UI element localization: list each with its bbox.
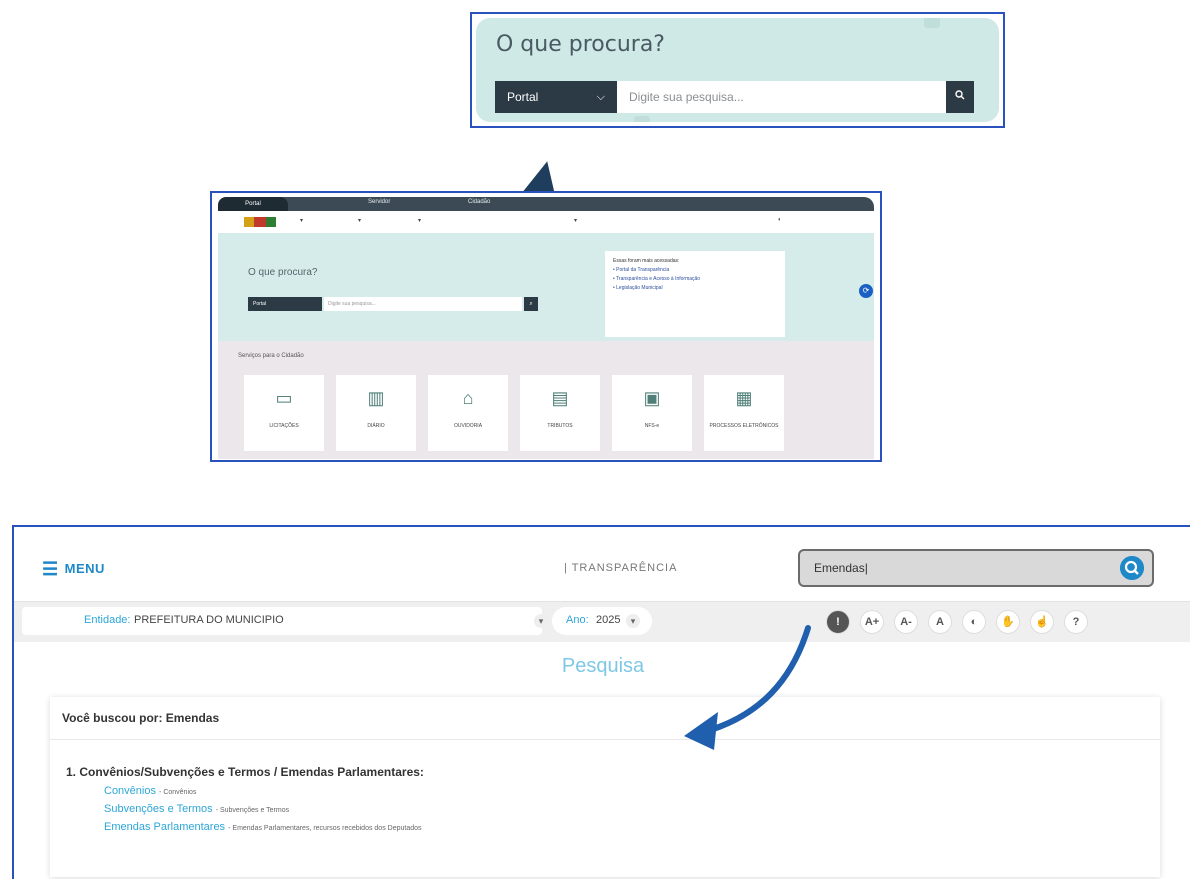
- services-title: Serviços para o Cidadão: [238, 353, 304, 359]
- query-header: Você buscou por: Emendas: [50, 697, 1160, 740]
- search-title: O que procura?: [496, 32, 665, 57]
- book-icon: ▥: [367, 388, 385, 408]
- nav-item[interactable]: ▾: [300, 217, 303, 224]
- page-title: Pesquisa: [561, 655, 645, 677]
- pointer-arrow-icon: [684, 625, 811, 750]
- result-link[interactable]: Convênios: [104, 785, 156, 797]
- filter-bar: Entidade: PREFEITURA DO MUNICIPIO ▾ Ano:…: [14, 601, 1190, 642]
- quick-links-box: Essas foram mais acessadas: • Portal da …: [605, 251, 785, 337]
- help-button[interactable]: ?: [1064, 610, 1088, 634]
- tab-portal[interactable]: Portal: [218, 197, 288, 211]
- year-select[interactable]: Ano: 2025 ▾: [552, 607, 652, 635]
- font-decrease-button[interactable]: A-: [894, 610, 918, 634]
- service-label: NFS-e: [644, 423, 660, 429]
- hero-search: O que procura? Portal Digite sua pesquis…: [218, 233, 874, 341]
- result-desc: - Subvenções e Termos: [215, 807, 290, 814]
- result-desc: - Emendas Parlamentares, recursos recebi…: [228, 825, 422, 832]
- tab-cidadao[interactable]: Cidadão: [468, 199, 490, 205]
- search-field[interactable]: Emendas|: [798, 549, 1154, 587]
- megaphone-icon: ⌂: [462, 388, 474, 408]
- brand-title: | TRANSPARÊNCIA: [564, 562, 678, 574]
- search-icon: [955, 90, 965, 100]
- service-label: DIÁRIO: [367, 423, 385, 429]
- search-button[interactable]: [946, 81, 974, 113]
- chevron-down-icon: ▾: [626, 614, 640, 628]
- quick-link[interactable]: • Transparência e Acesso à Informação: [613, 275, 777, 284]
- main-nav: ▾ ▾ ▾ ▾ ◐: [218, 211, 874, 234]
- header: ☰ MENU | TRANSPARÊNCIA Emendas|: [14, 527, 1190, 601]
- nav-item[interactable]: ▾: [358, 217, 361, 224]
- quick-links-title: Essas foram mais acessadas:: [613, 258, 680, 264]
- chevron-down-icon: ⌵: [596, 91, 605, 103]
- font-reset-button[interactable]: A: [928, 610, 952, 634]
- portal-select-label: Portal: [507, 90, 539, 104]
- entity-value: PREFEITURA DO MUNICIPIO: [134, 614, 284, 626]
- quick-link[interactable]: • Portal da Transparência: [613, 266, 777, 275]
- result-link[interactable]: Emendas Parlamentares: [104, 821, 225, 833]
- decor-bubble: [924, 18, 940, 28]
- nav-item[interactable]: ▾: [418, 217, 421, 224]
- search-hero-zoom: O que procura? Portal ⌵ Digite sua pesqu…: [476, 18, 999, 122]
- search-icon[interactable]: [1120, 556, 1144, 580]
- service-label: LICITAÇÕES: [269, 423, 299, 429]
- service-label: OUVIDORIA: [453, 423, 483, 429]
- service-card[interactable]: ▣ NFS-e: [612, 375, 692, 451]
- hero-title: O que procura?: [248, 267, 318, 278]
- service-card[interactable]: ▥ DIÁRIO: [336, 375, 416, 451]
- entity-select[interactable]: Entidade: PREFEITURA DO MUNICIPIO ▾: [22, 607, 548, 635]
- nav-item[interactable]: ◐: [778, 217, 782, 223]
- result-item[interactable]: Emendas Parlamentares - Emendas Parlamen…: [104, 821, 422, 833]
- entity-label: Entidade:: [84, 614, 131, 626]
- quick-link[interactable]: • Legislação Municipal: [613, 284, 777, 293]
- document-icon: ▤: [551, 388, 569, 408]
- result-item[interactable]: Subvenções e Termos - Subvenções e Termo…: [104, 803, 289, 815]
- result-category: 1. Convênios/Subvenções e Termos / Emend…: [66, 765, 424, 779]
- service-label: PROCESSOS ELETRÔNICOS: [709, 423, 779, 429]
- invoice-icon: ▣: [643, 388, 661, 408]
- portal-select-small[interactable]: Portal: [248, 297, 322, 311]
- computer-icon: ▦: [735, 388, 753, 408]
- menu-button[interactable]: ☰ MENU: [42, 559, 105, 580]
- service-card[interactable]: ▤ TRIBUTOS: [520, 375, 600, 451]
- nav-item[interactable]: ▾: [574, 217, 577, 224]
- decor-bubble: [634, 116, 650, 122]
- tab-servidor[interactable]: Servidor: [368, 199, 390, 205]
- menu-label: MENU: [64, 560, 105, 576]
- sign-language-icon[interactable]: ☝: [1030, 610, 1054, 634]
- service-card[interactable]: ▭ LICITAÇÕES: [244, 375, 324, 451]
- font-increase-button[interactable]: A+: [860, 610, 884, 634]
- site-logo: [244, 217, 276, 227]
- libras-hand-icon[interactable]: ✋: [996, 610, 1020, 634]
- floating-help-button[interactable]: ⟳: [859, 284, 873, 298]
- search-button-small[interactable]: ⌕: [524, 297, 538, 311]
- monitor-icon: ▭: [275, 388, 293, 408]
- service-label: TRIBUTOS: [547, 423, 573, 429]
- service-card[interactable]: ▦ PROCESSOS ELETRÔNICOS: [704, 375, 784, 451]
- results-card: Você buscou por: Emendas 1. Convênios/Su…: [50, 697, 1160, 877]
- zoomed-search-panel: O que procura? Portal ⌵ Digite sua pesqu…: [470, 12, 1005, 128]
- contrast-icon[interactable]: ◐: [962, 610, 986, 634]
- service-card[interactable]: ⌂ OUVIDORIA: [428, 375, 508, 451]
- services-section: Serviços para o Cidadão ▭ LICITAÇÕES ▥ D…: [218, 341, 874, 459]
- result-link[interactable]: Subvenções e Termos: [104, 803, 213, 815]
- query-text: Você buscou por: Emendas: [62, 711, 220, 725]
- search-results-panel: ☰ MENU | TRANSPARÊNCIA Emendas| Entidade:…: [12, 525, 1190, 879]
- hamburger-icon: ☰: [42, 559, 59, 579]
- year-label: Ano:: [566, 614, 589, 626]
- year-value: 2025: [596, 614, 621, 626]
- search-input[interactable]: Digite sua pesquisa...: [617, 81, 947, 113]
- result-item[interactable]: Convênios - Convênios: [104, 785, 196, 797]
- search-value: Emendas|: [814, 561, 868, 575]
- search-input-small[interactable]: Digite sua pesquisa...: [324, 297, 522, 311]
- result-desc: - Convênios: [159, 789, 197, 796]
- portal-screenshot-panel: Portal Servidor Cidadão ▾ ▾ ▾ ▾ ◐ O que …: [210, 191, 882, 462]
- chevron-down-icon: ▾: [534, 614, 548, 628]
- portal-select[interactable]: Portal ⌵: [495, 81, 617, 113]
- top-bar: Portal Servidor Cidadão: [218, 197, 874, 211]
